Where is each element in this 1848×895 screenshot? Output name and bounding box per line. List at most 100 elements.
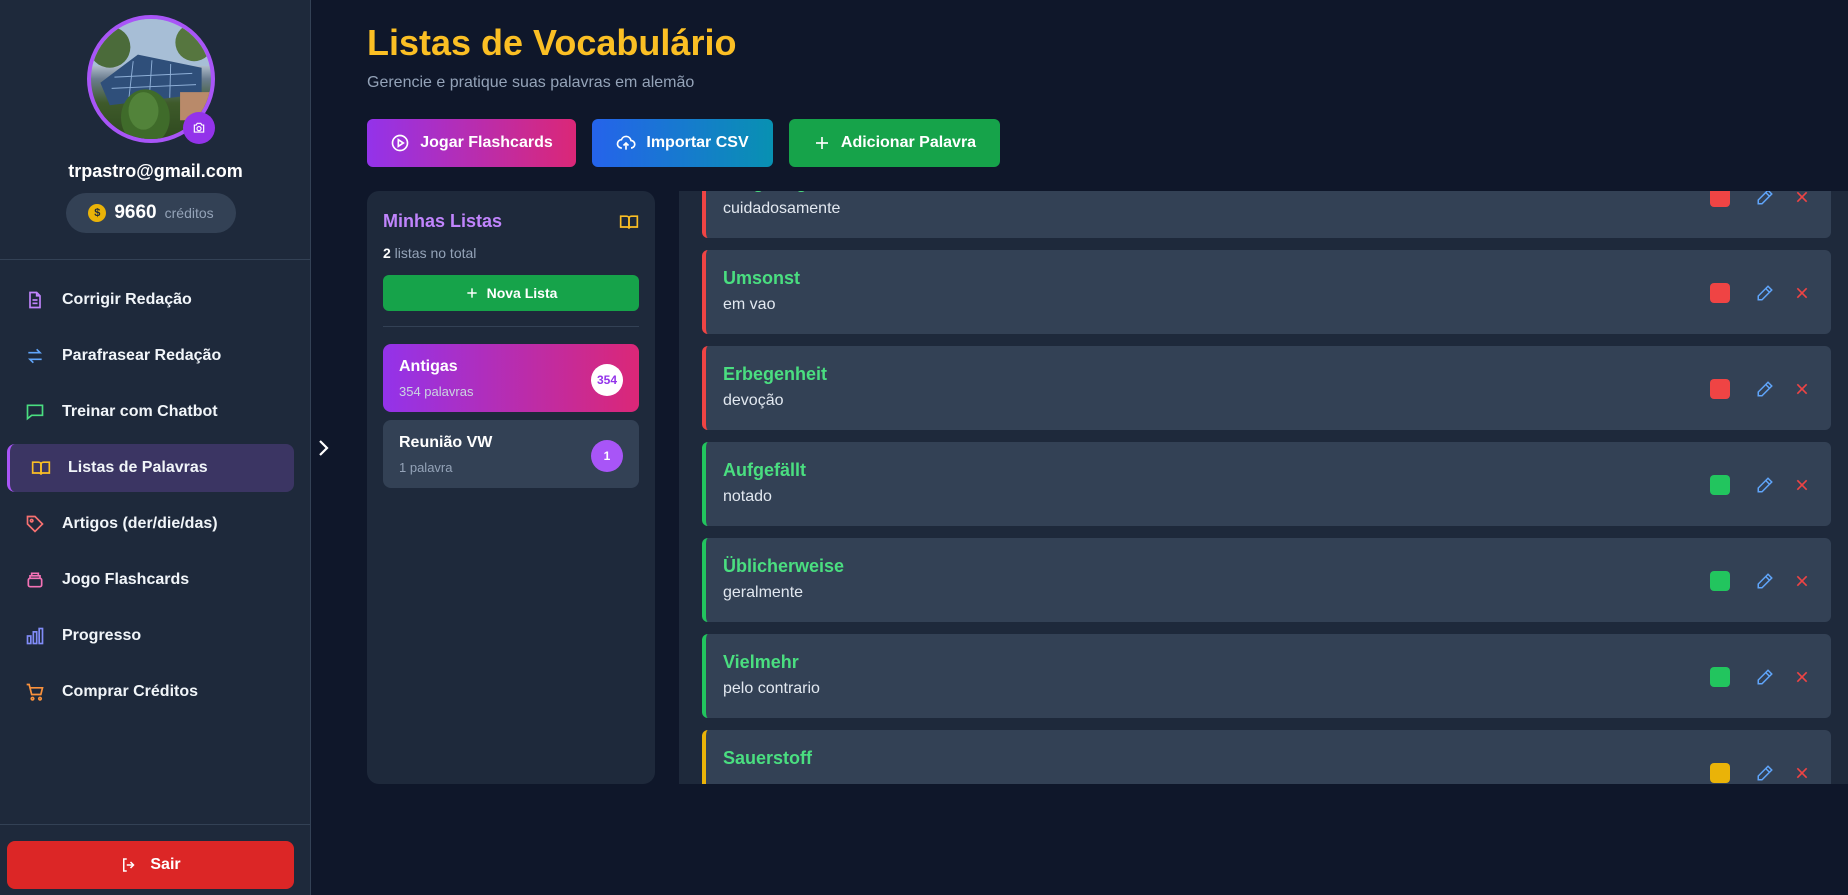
profile-section: trpastro@gmail.com $ 9660 créditos (0, 0, 310, 260)
delete-word-button[interactable] (1791, 474, 1813, 496)
import-csv-label: Importar CSV (646, 134, 749, 151)
word-german: Aufgefällt (723, 460, 806, 480)
sidebar-item-label: Parafrasear Redação (62, 347, 222, 364)
word-row: Aufgefällt notado (702, 442, 1831, 526)
swap-arrows-icon (24, 345, 46, 367)
sidebar-item-progresso[interactable]: Progresso (7, 612, 294, 660)
word-row: Erbegenheit devoção (702, 346, 1831, 430)
book-icon (619, 212, 639, 237)
play-flashcards-button[interactable]: Jogar Flashcards (367, 119, 576, 167)
sidebar-item-treinar-chatbot[interactable]: Treinar com Chatbot (7, 388, 294, 436)
sidebar-item-label: Comprar Créditos (62, 683, 199, 700)
book-icon (30, 457, 52, 479)
word-row: Sorgfältig cuidadosamente (702, 191, 1831, 238)
add-word-button[interactable]: Adicionar Palavra (789, 119, 1000, 167)
pencil-icon (1757, 765, 1773, 781)
change-photo-button[interactable] (183, 112, 215, 144)
word-german: Vielmehr (723, 652, 799, 672)
status-indicator[interactable] (1710, 763, 1730, 783)
status-indicator[interactable] (1710, 379, 1730, 399)
sidebar-item-comprar-creditos[interactable]: Comprar Créditos (7, 668, 294, 716)
play-flashcards-label: Jogar Flashcards (420, 134, 553, 151)
pencil-icon (1757, 285, 1773, 301)
sidebar: trpastro@gmail.com $ 9660 créditos Corri… (0, 0, 311, 895)
add-word-label: Adicionar Palavra (840, 134, 977, 151)
sidebar-nav: Corrigir Redação Parafrasear Redação Tre… (7, 276, 294, 724)
plus-icon (815, 137, 828, 149)
new-list-button[interactable]: Nova Lista (383, 275, 639, 311)
import-csv-button[interactable]: Importar CSV (592, 119, 773, 167)
tag-icon (24, 513, 46, 535)
lists-count-label: listas no total (390, 245, 477, 261)
edit-word-button[interactable] (1754, 474, 1776, 496)
delete-word-button[interactable] (1791, 191, 1813, 208)
coin-icon: $ (88, 204, 107, 222)
credits-badge: $ 9660 créditos (66, 193, 236, 233)
credits-label: créditos (164, 205, 214, 221)
page-subtitle: Gerencie e pratique suas palavras em ale… (367, 74, 695, 91)
close-icon (1796, 671, 1808, 683)
edit-word-button[interactable] (1754, 191, 1776, 208)
status-indicator[interactable] (1710, 283, 1730, 303)
status-indicator[interactable] (1710, 571, 1730, 591)
logout-label: Sair (150, 856, 181, 873)
divider (383, 326, 639, 327)
word-row: Umsonst em vao (702, 250, 1831, 334)
edit-word-button[interactable] (1754, 762, 1776, 784)
sidebar-item-parafrasear-redacao[interactable]: Parafrasear Redação (7, 332, 294, 380)
logout-button[interactable]: Sair (7, 841, 294, 889)
list-word-count: 1 palavra (399, 460, 453, 475)
edit-word-button[interactable] (1754, 666, 1776, 688)
pencil-icon (1757, 573, 1773, 589)
word-translation: cuidadosamente (723, 200, 841, 217)
lists-panel: Minhas Listas 2 listas no total Nova Lis… (367, 191, 655, 784)
pencil-icon (1757, 381, 1773, 397)
lists-panel-title: Minhas Listas (383, 211, 503, 231)
delete-word-button[interactable] (1791, 666, 1813, 688)
sidebar-item-label: Treinar com Chatbot (62, 403, 218, 420)
sidebar-divider (0, 824, 311, 825)
sidebar-item-corrigir-redacao[interactable]: Corrigir Redação (7, 276, 294, 324)
play-circle-icon (391, 134, 409, 152)
edit-word-button[interactable] (1754, 570, 1776, 592)
logout-icon (123, 858, 135, 872)
words-panel[interactable]: Sorgfältig cuidadosamente Umsonst em vao Erb… (679, 191, 1848, 784)
word-row: Vielmehr pelo contrario (702, 634, 1831, 718)
cards-icon (24, 569, 46, 591)
document-icon (24, 289, 46, 311)
delete-word-button[interactable] (1791, 762, 1813, 784)
credits-value: 9660 (114, 202, 157, 223)
list-item-reuniao-vw[interactable]: Reunião VW 1 palavra 1 (383, 420, 639, 488)
edit-word-button[interactable] (1754, 282, 1776, 304)
word-german: Umsonst (723, 268, 801, 288)
word-translation: geralmente (723, 584, 804, 601)
delete-word-button[interactable] (1791, 282, 1813, 304)
word-translation: pelo contrario (723, 680, 820, 697)
sidebar-item-artigos[interactable]: Artigos (der/die/das) (7, 500, 294, 548)
word-translation: em vao (723, 296, 776, 313)
word-row: Sauerstoff (702, 730, 1831, 784)
status-indicator[interactable] (1710, 475, 1730, 495)
cart-icon (24, 681, 46, 703)
status-indicator[interactable] (1710, 191, 1730, 207)
word-german: Erbegenheit (723, 364, 828, 384)
close-icon (1796, 287, 1808, 299)
sidebar-item-jogo-flashcards[interactable]: Jogo Flashcards (7, 556, 294, 604)
sidebar-item-listas-palavras[interactable]: Listas de Palavras (7, 444, 294, 492)
word-german: Sorgfältig (723, 191, 807, 193)
page-title: Listas de Vocabulário (367, 22, 737, 63)
list-count-badge: 1 (591, 440, 623, 472)
close-icon (1796, 383, 1808, 395)
collapse-sidebar-button[interactable] (316, 437, 332, 459)
list-item-antigas[interactable]: Antigas 354 palavras 354 (383, 344, 639, 412)
delete-word-button[interactable] (1791, 378, 1813, 400)
pencil-icon (1757, 669, 1773, 685)
close-icon (1796, 575, 1808, 587)
delete-word-button[interactable] (1791, 570, 1813, 592)
edit-word-button[interactable] (1754, 378, 1776, 400)
sidebar-item-label: Progresso (62, 627, 142, 644)
lists-count-value: 2 (383, 245, 391, 261)
status-indicator[interactable] (1710, 667, 1730, 687)
chevron-right-icon (319, 440, 329, 456)
pencil-icon (1757, 477, 1773, 493)
